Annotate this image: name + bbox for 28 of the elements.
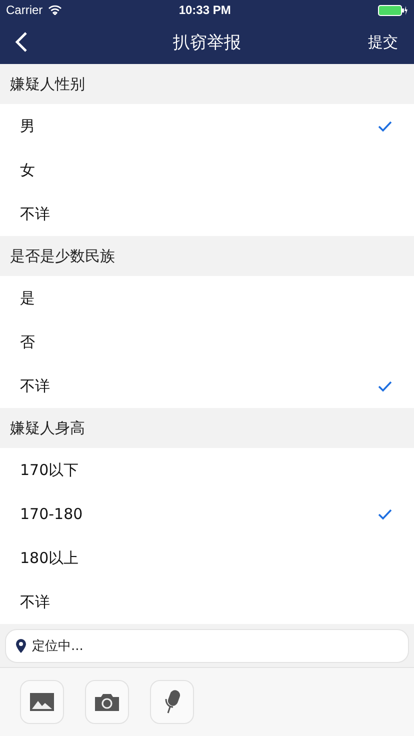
section-header: 是否是少数民族	[9, 246, 116, 267]
image-icon	[30, 693, 54, 711]
camera-icon	[95, 693, 119, 711]
map-pin-icon	[16, 639, 26, 653]
option-row[interactable]: 女	[0, 148, 414, 192]
microphone-icon	[163, 690, 181, 714]
nav-title: 扒窃举报	[173, 32, 241, 54]
option-row[interactable]: 是	[0, 276, 414, 320]
option-row[interactable]: 180以上	[0, 536, 414, 580]
photo-button[interactable]	[20, 680, 64, 724]
option-row[interactable]: 不详	[0, 364, 414, 408]
section-header: 嫌疑人身高	[9, 418, 86, 439]
option-row[interactable]: 170-180	[0, 492, 414, 536]
wifi-icon	[48, 5, 62, 15]
carrier-label: Carrier	[6, 3, 43, 17]
option-row[interactable]: 否	[0, 320, 414, 364]
submit-button[interactable]: 提交	[368, 32, 398, 52]
option-row[interactable]: 不详	[0, 580, 414, 624]
battery-icon	[378, 4, 408, 16]
option-row[interactable]: 不详	[0, 192, 414, 236]
location-status: 定位中...	[32, 638, 84, 655]
camera-button[interactable]	[85, 680, 129, 724]
voice-button[interactable]	[150, 680, 194, 724]
option-row[interactable]: 170以下	[0, 448, 414, 492]
section-header: 嫌疑人性别	[9, 74, 86, 95]
option-row[interactable]: 男	[0, 104, 414, 148]
status-time: 10:33 PM	[178, 3, 232, 17]
back-button[interactable]	[14, 31, 28, 53]
